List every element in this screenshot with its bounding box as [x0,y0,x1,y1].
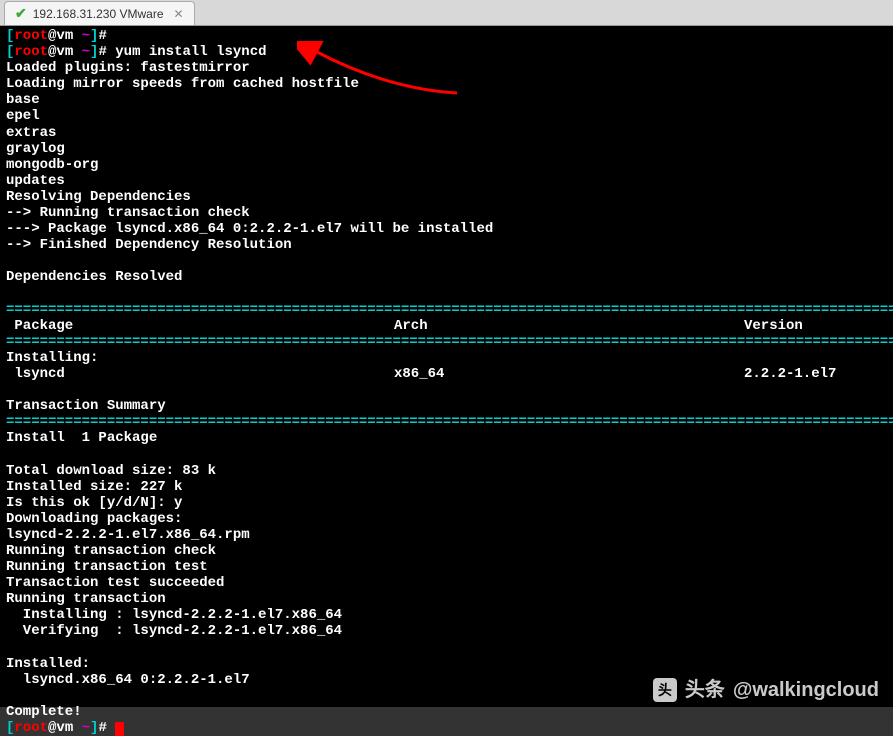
command: yum install lsyncd [115,44,266,60]
tab-active[interactable]: ✔ 192.168.31.230 VMware ✕ [4,1,195,25]
tab-title: 192.168.31.230 VMware [33,7,164,21]
watermark: 头 头条 @walkingcloud [653,678,879,702]
col-package: Package [6,318,394,334]
terminal[interactable]: [root@vm ~]# [root@vm ~]# yum install ls… [0,26,893,707]
watermark-prefix: 头条 [685,679,725,702]
check-icon: ✔ [15,5,27,22]
watermark-logo-icon: 头 [653,678,677,702]
col-arch: Arch [394,318,744,334]
separator: ========================================… [6,334,893,350]
watermark-text: @walkingcloud [733,679,879,702]
separator: ========================================… [6,414,893,430]
terminal-content: [root@vm ~]# [root@vm ~]# yum install ls… [6,28,887,736]
tab-bar: ✔ 192.168.31.230 VMware ✕ [0,0,893,26]
close-icon[interactable]: ✕ [174,7,184,21]
pkg-version: 2.2.2-1.el7 [744,366,836,382]
pkg-arch: x86_64 [394,366,744,382]
pkg-name: lsyncd [6,366,394,382]
cursor [115,722,124,736]
col-version: Version [744,318,803,334]
separator: ========================================… [6,302,893,318]
